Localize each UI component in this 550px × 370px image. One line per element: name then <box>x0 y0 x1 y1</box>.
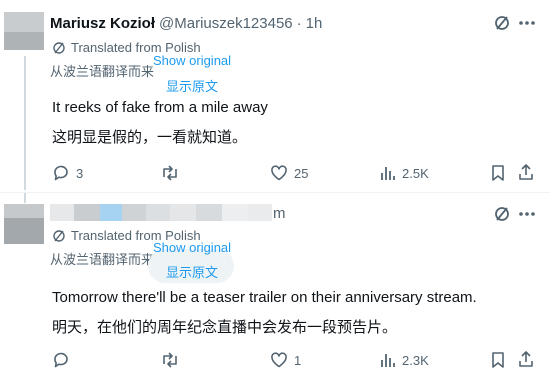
thread-line <box>24 56 26 190</box>
views-bars-icon <box>380 164 396 182</box>
reply-button[interactable]: 3 <box>52 164 83 182</box>
retweet-icon <box>160 164 180 182</box>
tweet-text-en: It reeks of fake from a mile away <box>52 99 268 116</box>
tweet-1[interactable]: Mariusz Kozioł @Mariuszek123456 · 1h Tra… <box>0 0 550 190</box>
reply-bubble-icon <box>52 351 70 369</box>
share-icon[interactable] <box>518 163 534 181</box>
show-original-link-cn[interactable]: 显示原文 <box>166 76 218 95</box>
retweet-button[interactable] <box>160 351 180 369</box>
show-original-link[interactable]: Show original <box>153 240 231 255</box>
heart-icon <box>270 164 288 182</box>
author-name-suffix: m <box>273 205 286 222</box>
tweet-text-cn: 这明显是假的，一看就知道。 <box>52 129 248 146</box>
timestamp[interactable]: 1h <box>306 15 323 32</box>
tweet-text-cn: 明天，在他们的周年纪念直播中会发布一段预告片。 <box>52 319 398 336</box>
grok-slash-icon[interactable] <box>493 205 511 223</box>
views-button[interactable]: 2.3K <box>380 351 429 369</box>
views-count: 2.5K <box>402 165 429 181</box>
views-count: 2.3K <box>402 352 429 368</box>
translated-label-cn: 从波兰语翻译而来 <box>50 64 155 79</box>
like-count: 1 <box>294 352 302 368</box>
thread-line <box>24 193 26 203</box>
avatar[interactable] <box>4 204 44 244</box>
heart-icon <box>270 351 288 369</box>
reply-bubble-icon <box>52 164 70 182</box>
like-count: 25 <box>294 165 309 181</box>
time-separator: · <box>296 15 302 32</box>
author-handle[interactable]: @Mariuszek123456 <box>159 15 293 32</box>
tweet-2[interactable]: m Translated from Polish 从波兰语翻译而来 Show o… <box>0 193 550 370</box>
share-icon[interactable] <box>518 350 534 368</box>
show-original-link-cn[interactable]: 显示原文 <box>166 262 218 281</box>
bookmark-icon[interactable] <box>490 351 506 369</box>
translate-slash-icon <box>52 229 66 243</box>
reply-button[interactable] <box>52 351 70 369</box>
reply-count: 3 <box>76 165 84 181</box>
author-name-redacted[interactable] <box>50 204 272 221</box>
like-button[interactable]: 25 <box>270 164 308 182</box>
retweet-button[interactable] <box>160 164 180 182</box>
tweet-text-en: Tomorrow there'll be a teaser trailer on… <box>52 289 477 306</box>
views-button[interactable]: 2.5K <box>380 164 429 182</box>
bookmark-icon[interactable] <box>490 164 506 182</box>
views-bars-icon <box>380 351 396 369</box>
show-original-link[interactable]: Show original <box>153 53 231 68</box>
grok-slash-icon[interactable] <box>493 14 511 32</box>
author-name[interactable]: Mariusz Kozioł <box>50 15 155 32</box>
more-dots-icon[interactable] <box>518 20 536 26</box>
translated-label-cn: 从波兰语翻译而来 <box>50 252 155 267</box>
avatar[interactable] <box>4 12 44 52</box>
translate-slash-icon <box>52 41 66 55</box>
retweet-icon <box>160 351 180 369</box>
like-button[interactable]: 1 <box>270 351 301 369</box>
more-dots-icon[interactable] <box>518 211 536 217</box>
